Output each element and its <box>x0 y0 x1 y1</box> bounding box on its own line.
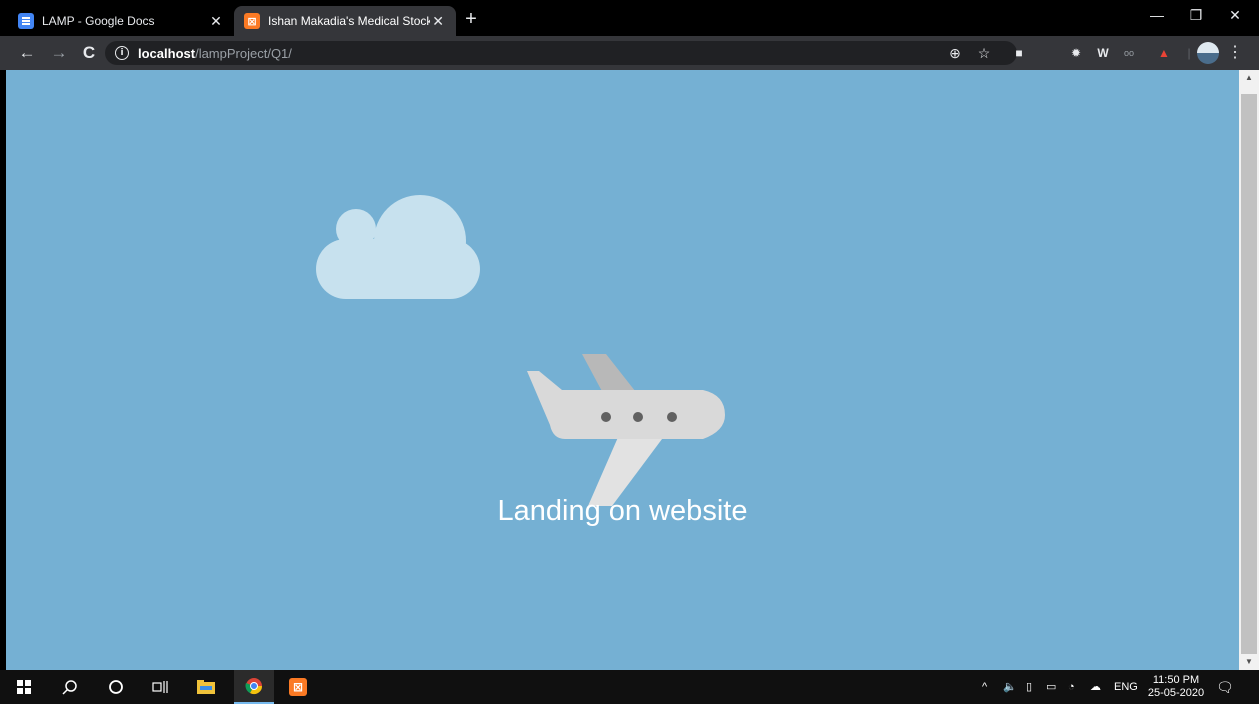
chrome-taskbar-icon[interactable] <box>234 670 274 704</box>
file-explorer-icon[interactable] <box>186 670 226 704</box>
toolbar-divider: | <box>1187 46 1191 60</box>
screen: LAMP - Google Docs ✕ ⊠ Ishan Makadia's M… <box>0 0 1259 704</box>
url-host: localhost <box>138 45 196 61</box>
scroll-down-arrow-icon[interactable]: ▼ <box>1239 654 1259 670</box>
xampp-icon: ⊠ <box>244 13 260 29</box>
restore-icon[interactable]: ❐ <box>1177 0 1215 30</box>
close-window-icon[interactable]: ✕ <box>1216 0 1254 30</box>
wifi-icon[interactable]: ◔ <box>1068 670 1075 704</box>
volume-muted-icon[interactable]: 🔈 <box>1003 670 1017 704</box>
new-tab-button[interactable]: + <box>458 6 484 32</box>
notifications-icon[interactable]: 🗨 <box>1216 670 1234 704</box>
info-icon[interactable]: i <box>115 46 129 60</box>
task-view-icon[interactable] <box>140 670 180 704</box>
extension-gear-icon[interactable]: ✹ <box>1067 44 1085 62</box>
search-icon[interactable] <box>50 670 90 704</box>
forward-button[interactable]: → <box>46 40 72 66</box>
extension-w-icon[interactable]: W <box>1094 44 1112 62</box>
tab-title: Ishan Makadia's Medical Stock <box>268 14 431 28</box>
bookmark-star-icon[interactable]: ☆ <box>972 41 996 65</box>
extension-cube-icon[interactable]: ■ <box>1010 44 1028 62</box>
onedrive-cloud-icon[interactable]: ☁ <box>1090 670 1101 704</box>
zoom-icon[interactable]: ⊕ <box>943 41 967 65</box>
tab-google-docs[interactable]: LAMP - Google Docs ✕ <box>8 6 234 36</box>
windows-start-icon[interactable] <box>4 670 44 704</box>
scroll-up-arrow-icon[interactable]: ▲ <box>1239 70 1259 86</box>
close-tab-icon[interactable]: ✕ <box>208 13 224 30</box>
address-bar[interactable]: i localhost/lampProject/Q1/ <box>105 41 1017 65</box>
language-indicator[interactable]: ENG <box>1114 670 1138 704</box>
xampp-taskbar-icon[interactable]: ⊠ <box>278 670 318 704</box>
cortana-icon[interactable] <box>96 670 136 704</box>
extension-glasses-icon[interactable]: oo <box>1120 44 1138 62</box>
close-tab-icon[interactable]: ✕ <box>430 13 446 30</box>
tab-medical-stock[interactable]: ⊠ Ishan Makadia's Medical Stock ✕ <box>234 6 456 36</box>
usb-icon[interactable]: ▯ <box>1026 670 1032 704</box>
google-docs-icon <box>18 13 34 29</box>
vertical-scrollbar[interactable]: ▲ ▼ <box>1239 70 1259 670</box>
tab-title: LAMP - Google Docs <box>42 14 155 28</box>
browser-tab-strip: LAMP - Google Docs ✕ ⊠ Ishan Makadia's M… <box>0 0 1259 36</box>
airplane-image <box>527 354 725 506</box>
cloud-image <box>316 195 480 299</box>
page-viewport: Landing on website <box>6 70 1239 670</box>
back-button[interactable]: ← <box>14 40 40 66</box>
windows-taskbar: ⊠ ^ 🔈 ▯ ▭ ◔ ☁ ENG 11:50 PM 25-05-2020 🗨 <box>0 670 1259 704</box>
landing-heading: Landing on website <box>497 495 748 527</box>
scrollbar-thumb[interactable] <box>1241 94 1257 654</box>
system-clock[interactable]: 11:50 PM 25-05-2020 <box>1143 674 1209 700</box>
clock-time: 11:50 PM <box>1152 674 1200 686</box>
show-hidden-icons-icon[interactable]: ^ <box>982 670 987 704</box>
reload-button[interactable]: C <box>76 40 102 66</box>
menu-dots-icon[interactable]: ⋮ <box>1226 44 1244 62</box>
minimize-icon[interactable]: — <box>1138 0 1176 30</box>
battery-icon[interactable]: ▭ <box>1046 670 1056 704</box>
extension-red-icon[interactable]: ▲ <box>1155 44 1173 62</box>
url-path: /lampProject/Q1/ <box>195 45 292 61</box>
clock-date: 25-05-2020 <box>1147 687 1205 699</box>
profile-avatar[interactable] <box>1197 42 1219 64</box>
